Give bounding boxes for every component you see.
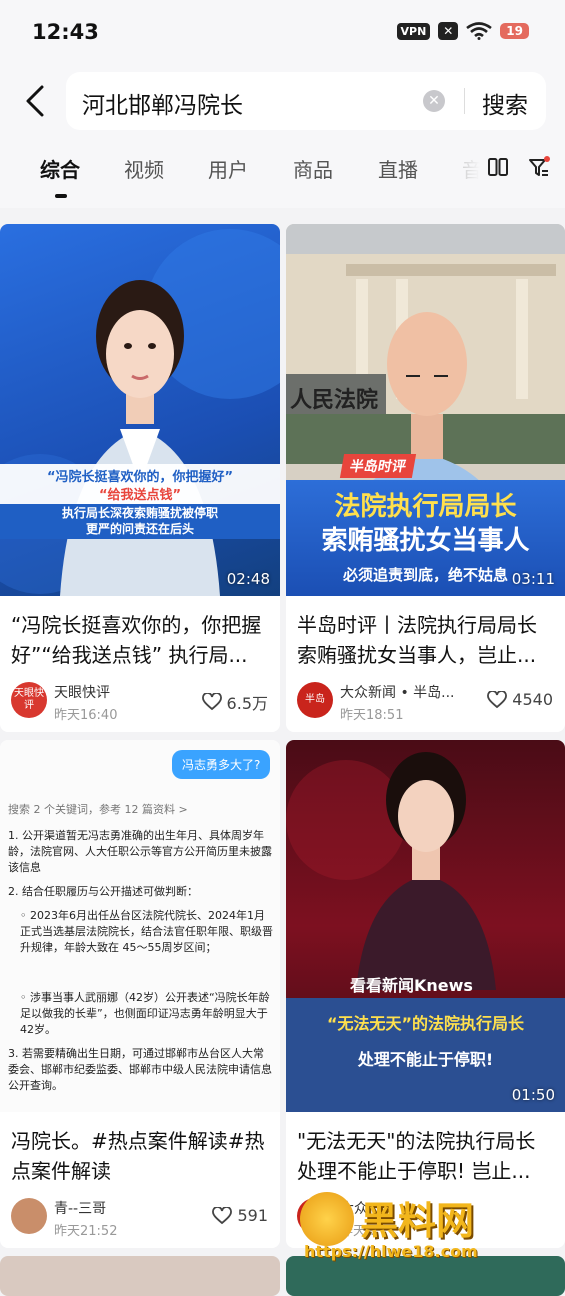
caption-line-2: “给我送点钱” <box>98 488 182 503</box>
result-title[interactable]: 半岛时评丨法院执行局局长索贿骚扰女当事人，岂止... <box>297 610 555 670</box>
battery-icon: 19 <box>500 23 529 39</box>
ai-point-2: 2. 结合任职履历与公开描述可做判断： <box>8 885 198 898</box>
tab-users[interactable]: 用户 <box>208 154 248 183</box>
chevron-left-icon[interactable] <box>22 84 48 118</box>
author-name[interactable]: 大众新闻 • 半岛... <box>340 682 455 702</box>
like-count-value: 4540 <box>512 690 553 709</box>
search-button[interactable]: 搜索 <box>482 86 528 120</box>
like-count-value: 591 <box>237 1206 268 1225</box>
video-thumbnail[interactable]: 看看新闻Knews “无法无天”的法院执行局长 处理不能止于停职! 01:50 <box>286 740 565 1112</box>
tab-products[interactable]: 商品 <box>293 154 333 183</box>
video-thumbnail[interactable]: “冯院长挺喜欢你的，你把握好” “给我送点钱” 执行局长深夜索贿骚扰被停职 更严… <box>0 224 280 596</box>
like-count[interactable]: 4540 <box>487 690 553 709</box>
result-title[interactable]: 冯院长。#热点案件解读#热点案件解读 <box>11 1126 269 1186</box>
ai-point-3: 3. 若需要精确出生日期，可通过邯郸市丛台区人大常委会、邯郸市纪委监委、邯郸市中… <box>8 1047 272 1092</box>
vpn-icon: VPN <box>396 22 431 40</box>
anchor-illustration <box>0 229 280 596</box>
search-divider <box>464 88 465 114</box>
like-count-value: 6.5万 <box>226 694 268 713</box>
status-time: 12:43 <box>32 20 99 44</box>
ai-subpoint-2: ◦ 涉事当事人武丽娜（42岁）公开表述“冯院长年龄足以做我的长辈”，也侧面印证冯… <box>20 991 270 1036</box>
wifi-icon <box>466 22 493 40</box>
video-duration: 03:11 <box>511 570 555 588</box>
result-card[interactable]: 冯志勇多大了? 搜索 2 个关键词，参考 12 篇资料 > 1. 公开渠道暂无冯… <box>0 740 280 1248</box>
publish-time: 昨天18:51 <box>340 708 404 723</box>
publish-time: 昨天21:52 <box>54 1224 118 1239</box>
result-card[interactable]: “冯院长挺喜欢你的，你把握好” “给我送点钱” 执行局长深夜索贿骚扰被停职 更严… <box>0 224 280 732</box>
like-count[interactable]: 591 <box>212 1206 268 1225</box>
ai-search-summary: 搜索 2 个关键词，参考 12 篇资料 > <box>8 803 188 816</box>
heart-icon[interactable] <box>201 693 222 711</box>
active-tab-indicator <box>55 194 67 198</box>
tab-fade <box>452 146 492 196</box>
tab-video[interactable]: 视频 <box>124 154 164 183</box>
status-icons: VPN ✕ 19 <box>396 22 529 40</box>
ai-subpoint-1: ◦ 2023年6月出任丛台区法院代院长、2024年1月正式当选基层法院院长，结合… <box>20 909 273 954</box>
video-duration: 01:50 <box>511 1086 555 1104</box>
headline-line-2: 处理不能止于停职! <box>357 1050 494 1069</box>
search-input[interactable]: 河北邯郸冯院长 <box>82 86 243 120</box>
clear-icon[interactable]: ✕ <box>423 90 445 112</box>
result-card[interactable]: 看看新闻Knews “无法无天”的法院执行局长 处理不能止于停职! 01:50 … <box>286 740 565 1248</box>
result-tabs: 综合 视频 用户 商品 直播 音 <box>0 136 565 208</box>
watermark-logo-icon <box>300 1192 354 1246</box>
headline-line-1: “无法无天”的法院执行局长 <box>326 1014 525 1033</box>
commentary-tag: 半岛时评 <box>339 454 417 478</box>
site-watermark: 黑料网 https://hlwe18.com <box>300 1190 560 1262</box>
watermark-brand: 黑料网 <box>360 1199 475 1243</box>
status-bar: 12:43 VPN ✕ 19 <box>0 0 565 66</box>
tab-all[interactable]: 综合 <box>40 154 80 183</box>
search-box[interactable]: 河北邯郸冯院长 ✕ 搜索 <box>66 72 546 130</box>
grid-layout-icon[interactable] <box>488 158 508 176</box>
tab-live[interactable]: 直播 <box>378 154 418 183</box>
result-card[interactable]: 人民法院 半岛时评 法院执行局局长 索贿骚扰女当事人 必须追责到底，绝不姑息 0… <box>286 224 565 732</box>
search-header: 河北邯郸冯院长 ✕ 搜索 <box>0 66 565 136</box>
watermark-url: https://hlwe18.com <box>304 1242 478 1261</box>
heart-icon[interactable] <box>487 690 508 709</box>
result-title[interactable]: "无法无天"的法院执行局长处理不能止于停职! 岂止... <box>297 1126 555 1186</box>
author-avatar[interactable]: 半岛 <box>297 682 333 718</box>
caption-line-1: “冯院长挺喜欢你的，你把握好” <box>46 470 234 485</box>
knews-logo: 看看新闻Knews <box>350 976 473 995</box>
ai-point-1: 1. 公开渠道暂无冯志勇准确的出生年月、具体周岁年龄，法院官网、人大任职公示等官… <box>8 829 272 874</box>
result-title[interactable]: “冯院长挺喜欢你的，你把握好”“给我送点钱” 执行局... <box>11 610 269 670</box>
like-count[interactable]: 6.5万 <box>201 690 268 714</box>
author-avatar[interactable]: 天眼快评 <box>11 682 47 718</box>
author-name[interactable]: 天眼快评 <box>54 682 110 702</box>
video-duration: 02:48 <box>226 570 270 588</box>
heart-icon[interactable] <box>212 1206 233 1225</box>
author-name[interactable]: 青--三哥 <box>54 1198 106 1218</box>
caption-line-4: 更严的问责还在后头 <box>85 522 194 536</box>
author-avatar[interactable] <box>11 1198 47 1234</box>
headline-line-1: 法院执行局局长 <box>334 492 517 522</box>
question-bubble: 冯志勇多大了? <box>172 750 271 779</box>
notification-x-icon: ✕ <box>438 22 459 40</box>
video-thumbnail[interactable]: 人民法院 半岛时评 法院执行局局长 索贿骚扰女当事人 必须追责到底，绝不姑息 0… <box>286 224 565 596</box>
filter-icon[interactable] <box>528 156 550 178</box>
headline-line-2: 索贿骚扰女当事人 <box>321 526 530 556</box>
ai-answer-thumbnail[interactable]: 冯志勇多大了? 搜索 2 个关键词，参考 12 篇资料 > 1. 公开渠道暂无冯… <box>0 740 280 1112</box>
result-card-partial[interactable] <box>0 1256 280 1296</box>
publish-time: 昨天16:40 <box>54 708 118 723</box>
result-card-partial[interactable] <box>286 1256 565 1296</box>
court-sign: 人民法院 <box>290 388 379 413</box>
